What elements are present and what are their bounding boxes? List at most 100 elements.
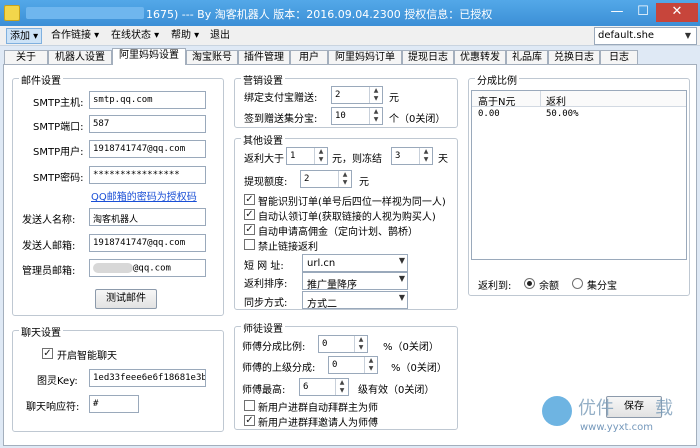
tab-gifts[interactable]: 礼品库 (506, 50, 548, 65)
turing-key-input[interactable]: 1ed33feee6e6f18681e3b (89, 369, 206, 387)
window-title: 1675) --- By 淘客机器人 版本：2016.09.04.2300 授权… (146, 8, 493, 21)
auto-owner-mentor-label: 新用户进群自动拜群主为师 (258, 403, 378, 414)
short-url-select[interactable]: url.cn ▼ (302, 254, 408, 272)
high-commission-checkbox[interactable]: ✓ (244, 224, 255, 235)
spinner-arrows-icon[interactable]: ▲ ▼ (369, 87, 382, 103)
title-redacted (26, 7, 144, 19)
sender-mail-input[interactable]: 1918741747@qq.com (89, 234, 206, 252)
smart-order-checkbox[interactable]: ✓ (244, 194, 255, 205)
mentor-share-label: 师傅分成比例: (242, 342, 306, 353)
group-title: 邮件设置 (19, 72, 63, 87)
smtp-port-input[interactable]: 587 (89, 115, 206, 133)
no-link-rebate-label: 禁止链接返利 (258, 242, 318, 253)
tab-about[interactable]: 关于 (4, 50, 48, 65)
smart-chat-label: 开启智能聊天 (57, 351, 117, 362)
spinner-arrows-icon[interactable]: ▲ ▼ (354, 336, 367, 352)
rebate-to-label: 返利到: (478, 281, 512, 292)
bind-alipay-spinner[interactable]: 2 ▲ ▼ (331, 86, 383, 104)
inviter-mentor-checkbox[interactable]: ✓ (244, 415, 255, 426)
rebate-threshold-spinner[interactable]: 1 ▲ ▼ (286, 147, 328, 165)
tab-taobao-account[interactable]: 淘宝账号 (186, 50, 238, 65)
mentor-max-unit: 级有效（0关闭） (358, 385, 435, 396)
tab-users[interactable]: 用户 (290, 50, 328, 65)
spinner-arrows-icon[interactable]: ▲ ▼ (335, 379, 348, 395)
chat-reply-input[interactable]: # (89, 395, 139, 413)
admin-mail-input[interactable]: @qq.com (89, 259, 206, 277)
mentor-max-spinner[interactable]: 6 ▲ ▼ (299, 378, 349, 396)
chevron-down-icon: ▼ (398, 274, 405, 283)
radio-jfb-label: 集分宝 (587, 281, 617, 292)
watermark-sub: 载 (655, 398, 673, 419)
mentor-upper-value: 0 (332, 360, 338, 370)
sync-mode-label: 同步方式: (244, 298, 288, 309)
smtp-user-input[interactable]: 1918741747@qq.com (89, 140, 206, 158)
maximize-icon[interactable]: ☐ (630, 3, 656, 22)
sender-name-input[interactable]: 淘客机器人 (89, 208, 206, 226)
smtp-user-label: SMTP用户: (33, 147, 84, 158)
spinner-arrows-icon[interactable]: ▲ ▼ (338, 171, 351, 187)
group-title: 营销设置 (241, 72, 285, 87)
app-icon (4, 5, 20, 21)
menu-online[interactable]: 在线状态 ▾ (108, 28, 162, 44)
rebate-sort-select[interactable]: 推广量降序 ▼ (302, 272, 408, 291)
tab-coupon-forward[interactable]: 优惠转发 (454, 50, 506, 65)
withdraw-spinner[interactable]: 2 ▲ ▼ (300, 170, 352, 188)
config-select[interactable]: default.she ▼ (594, 27, 697, 45)
chat-reply-label: 聊天响应符: (26, 402, 80, 413)
smtp-pass-label: SMTP密码: (33, 173, 84, 184)
smtp-host-input[interactable]: smtp.qq.com (89, 91, 206, 109)
tab-withdraw-log[interactable]: 提现日志 (402, 50, 454, 65)
spinner-arrows-icon[interactable]: ▲ ▼ (369, 108, 382, 124)
tab-alimama-settings[interactable]: 阿里妈妈设置 (112, 48, 186, 65)
menu-exit[interactable]: 退出 (207, 28, 233, 44)
cell-rebate: 50.00% (546, 109, 579, 119)
tab-alimama-orders[interactable]: 阿里妈妈订单 (328, 50, 402, 65)
turing-key-label: 图灵Key: (37, 376, 78, 387)
spinner-arrows-icon[interactable]: ▲ ▼ (364, 357, 377, 373)
signin-spinner[interactable]: 10 ▲ ▼ (331, 107, 383, 125)
tab-robot[interactable]: 机器人设置 (48, 50, 112, 65)
menu-add[interactable]: 添加 ▾ (6, 28, 43, 44)
sync-mode-select[interactable]: 方式二 ▼ (302, 291, 408, 310)
withdraw-label: 提现额度: (244, 177, 288, 188)
table-row[interactable]: 0.00 50.00% (472, 108, 686, 122)
inviter-mentor-label: 新用户进群拜邀请人为师傅 (258, 418, 378, 429)
tab-exchange-log[interactable]: 兑换日志 (548, 50, 600, 65)
radio-balance[interactable] (524, 278, 535, 289)
freeze-days-spinner[interactable]: 3 ▲ ▼ (391, 147, 433, 165)
spinner-arrows-icon[interactable]: ▲ ▼ (419, 148, 432, 164)
high-commission-label: 自动申请高佣金（定向计划、鹊桥） (258, 227, 418, 238)
freeze-label: 元，则冻结 (332, 154, 382, 165)
mentor-upper-unit: %（0关闭） (391, 363, 447, 374)
auto-claim-label: 自动认领订单(获取链接的人视为购买人) (258, 212, 436, 223)
smtp-pass-input[interactable]: **************** (89, 166, 206, 184)
redacted-mark (93, 263, 133, 273)
mentor-share-spinner[interactable]: 0 ▲ ▼ (318, 335, 368, 353)
menu-help[interactable]: 帮助 ▾ (168, 28, 202, 44)
smart-chat-checkbox[interactable]: ✓ (42, 348, 53, 359)
qq-auth-code-link[interactable]: QQ邮箱的密码为授权码 (91, 188, 197, 203)
freeze-days-value: 3 (395, 151, 401, 161)
sync-mode-value: 方式二 (307, 299, 337, 310)
menu-partner[interactable]: 合作链接 ▾ (48, 28, 102, 44)
test-mail-button[interactable]: 测试邮件 (95, 289, 157, 309)
tab-strip: 关于 机器人设置 阿里妈妈设置 淘宝账号 插件管理 用户 阿里妈妈订单 提现日志… (0, 47, 700, 65)
radio-jfb[interactable] (572, 278, 583, 289)
cell-threshold: 0.00 (478, 109, 500, 119)
config-select-value: default.she (598, 30, 655, 41)
no-link-rebate-checkbox[interactable] (244, 239, 255, 250)
chevron-down-icon: ▼ (684, 31, 692, 40)
auto-claim-checkbox[interactable]: ✓ (244, 209, 255, 220)
title-bar: 1675) --- By 淘客机器人 版本：2016.09.04.2300 授权… (0, 0, 700, 26)
ratio-table[interactable]: 高于N元 返利 0.00 50.00% (471, 90, 687, 260)
smtp-host-label: SMTP主机: (33, 98, 84, 109)
tab-plugins[interactable]: 插件管理 (238, 50, 290, 65)
mentor-upper-spinner[interactable]: 0 ▲ ▼ (328, 356, 378, 374)
minimize-icon[interactable]: — (604, 3, 630, 22)
auto-owner-mentor-checkbox[interactable] (244, 400, 255, 411)
spinner-arrows-icon[interactable]: ▲ ▼ (314, 148, 327, 164)
close-icon[interactable]: ✕ (656, 3, 698, 22)
rebate-sort-label: 返利排序: (244, 279, 288, 290)
tab-log[interactable]: 日志 (600, 50, 638, 65)
bind-alipay-unit: 元 (389, 93, 399, 104)
